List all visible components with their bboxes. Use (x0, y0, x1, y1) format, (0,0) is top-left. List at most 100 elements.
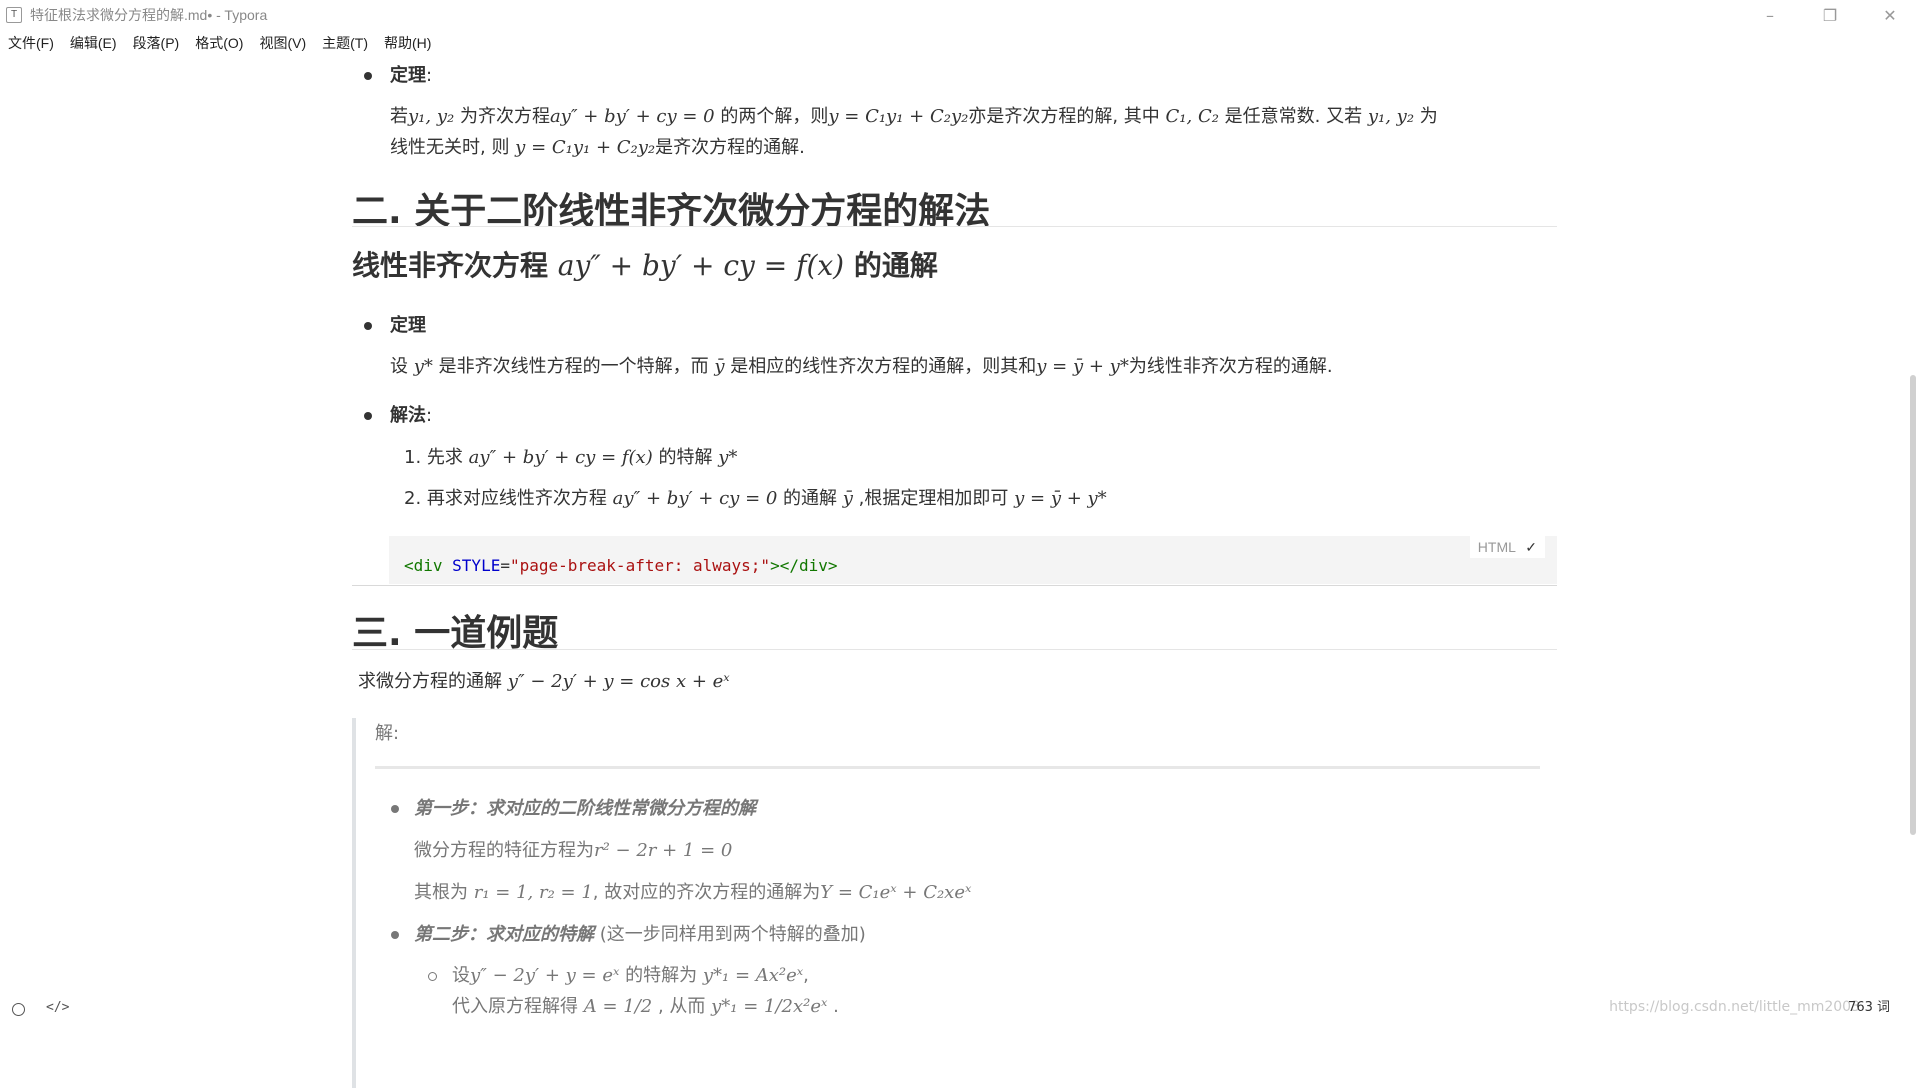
menu-bar: 文件(F) 编辑(E) 段落(P) 格式(O) 视图(V) 主题(T) 帮助(H… (0, 32, 439, 54)
scrollbar-thumb[interactable] (1910, 375, 1916, 835)
math: y* (718, 447, 738, 468)
word-count[interactable]: 763 词 (1848, 996, 1890, 1015)
text: , (803, 965, 809, 986)
text: 是任意常数. 又若 (1218, 106, 1368, 127)
bullet (391, 931, 399, 939)
characteristic-equation: 微分方程的特征方程为r² − 2r + 1 = 0 (414, 835, 732, 867)
text: 设 (452, 965, 470, 986)
close-button[interactable]: ✕ (1860, 0, 1920, 30)
text: 为齐次方程 (454, 106, 550, 127)
step-b-heading: 第二步：求对应的特解 (这一步同样用到两个特解的叠加) (414, 919, 866, 951)
minimize-button[interactable]: – (1740, 0, 1800, 30)
theorem2-label: 定理 (390, 315, 426, 336)
math: y = ȳ + y* (1014, 488, 1107, 509)
heading-underline (352, 226, 1557, 227)
text: 微分方程的特征方程为 (414, 840, 594, 861)
step1-item: 1. 先求 ay″ + by′ + cy = f(x) 的特解 y* (404, 442, 737, 474)
step2-item: 2. 再求对应线性齐次方程 ay″ + by′ + cy = 0 的通解 ȳ ,… (404, 483, 1107, 515)
math: y₁, y₂ (408, 106, 455, 127)
math: r₁ = 1, r₂ = 1 (473, 882, 593, 903)
title-bar: T 特征根法求微分方程的解.md• - Typora (0, 0, 1920, 30)
code-attr: STYLE (442, 556, 501, 575)
text: 设 (390, 356, 414, 377)
math: r² − 2r + 1 = 0 (594, 840, 733, 861)
list-number: 1. (404, 447, 422, 468)
menu-file[interactable]: 文件(F) (8, 33, 54, 53)
roots-line: 其根为 r₁ = 1, r₂ = 1, 故对应的齐次方程的通解为Y = C₁eˣ… (414, 877, 971, 909)
method-heading: 解法: (390, 400, 432, 432)
step-a-label: 第一步：求对应的二阶线性常微分方程的解 (414, 798, 756, 819)
text: 为 (1414, 106, 1438, 127)
page-break-divider (352, 585, 1557, 586)
step-b-label: 第二步：求对应的特解 (414, 924, 594, 945)
menu-help[interactable]: 帮助(H) (384, 33, 431, 53)
text: 代入原方程解得 (452, 996, 584, 1017)
text: 的特解 (652, 447, 719, 468)
text: 的通解 (844, 249, 938, 282)
text: 先求 (421, 447, 469, 468)
text: . (827, 996, 839, 1017)
text: , 从而 (652, 996, 712, 1017)
step-b-note: (这一步同样用到两个特解的叠加) (594, 924, 866, 945)
math: y*₁ = 1/2x²eˣ (711, 996, 828, 1017)
list-number: 2. (404, 488, 422, 509)
solution-colon: : (393, 723, 400, 744)
method-label: 解法 (390, 405, 426, 426)
text: 线性无关时, 则 (390, 137, 516, 158)
text: 是相应的线性齐次方程的通解，则其和 (724, 356, 1037, 377)
text: 再求对应线性齐次方程 (421, 488, 613, 509)
math: y = C₁y₁ + C₂y₂ (515, 137, 656, 158)
menu-format[interactable]: 格式(O) (195, 33, 243, 53)
math: y″ − 2y′ + y = cos x + eˣ (507, 671, 730, 692)
theorem1-line2: 线性无关时, 则 y = C₁y₁ + C₂y₂是齐次方程的通解. (390, 132, 805, 164)
text: 是非齐次线性方程的一个特解，而 (432, 356, 715, 377)
math: ȳ (714, 356, 725, 377)
problem-statement: 求微分方程的通解 y″ − 2y′ + y = cos x + eˣ (358, 666, 730, 698)
sub-bullet (428, 972, 437, 981)
text: 若 (390, 106, 408, 127)
text: 的特解为 (619, 965, 703, 986)
code-language-selector[interactable]: HTML ✓ (1469, 536, 1545, 558)
source-code-mode-icon[interactable]: </> (46, 1000, 69, 1015)
menu-theme[interactable]: 主题(T) (322, 33, 368, 53)
math: ay″ + by′ + cy = f(x) (557, 249, 845, 282)
math: y*₁ = Ax²eˣ (702, 965, 804, 986)
code-string: "page-break-after: always;" (509, 556, 771, 575)
check-icon: ✓ (1525, 539, 1537, 555)
watermark: https://blog.csdn.net/little_mm2003 (1609, 999, 1860, 1015)
typora-icon: T (6, 7, 22, 23)
bullet (364, 72, 372, 80)
solution-blockquote: 解: 第一步：求对应的二阶线性常微分方程的解 微分方程的特征方程为r² − 2r… (352, 718, 1557, 1088)
text: 是齐次方程的通解. (655, 137, 805, 158)
code-line: <div STYLE="page-break-after: always;"><… (404, 556, 838, 575)
math: y* (413, 356, 433, 377)
theorem1-label: 定理 (390, 65, 426, 86)
code-tag: ></div> (770, 556, 838, 575)
code-block[interactable]: HTML ✓ <div STYLE="page-break-after: alw… (389, 536, 1557, 584)
heading-nonhomogeneous: 线性非齐次方程 ay″ + by′ + cy = f(x) 的通解 (352, 244, 938, 284)
solution-heading: 解: (375, 718, 399, 750)
menu-edit[interactable]: 编辑(E) (70, 33, 117, 53)
menu-view[interactable]: 视图(V) (259, 33, 306, 53)
bullet (364, 412, 372, 420)
sub-step-1: 设y″ − 2y′ + y = eˣ 的特解为 y*₁ = Ax²eˣ, (452, 960, 809, 992)
theorem2-line: 设 y* 是非齐次线性方程的一个特解，而 ȳ 是相应的线性齐次方程的通解，则其和… (390, 351, 1333, 383)
text: 其根为 (414, 882, 474, 903)
math: ȳ (842, 488, 853, 509)
text: 的通解 (777, 488, 843, 509)
math: y = ȳ + y* (1036, 356, 1129, 377)
math: y″ − 2y′ + y = eˣ (470, 965, 620, 986)
math: A = 1/2 (583, 996, 653, 1017)
restore-button[interactable]: ❐ (1800, 0, 1860, 30)
theorem1-heading: 定理: (390, 60, 432, 92)
heading-underline (352, 649, 1557, 650)
math: y₁, y₂ (1367, 106, 1415, 127)
blockquote-bar (352, 718, 356, 1088)
math: C₁, C₂ (1165, 106, 1219, 127)
window-title: 特征根法求微分方程的解.md• - Typora (30, 7, 268, 23)
text: ,根据定理相加即可 (852, 488, 1015, 509)
theorem1-line1: 若y₁, y₂ 为齐次方程ay″ + by′ + cy = 0 的两个解，则y … (390, 101, 1438, 133)
menu-paragraph[interactable]: 段落(P) (133, 33, 180, 53)
outline-toggle-icon[interactable] (12, 1003, 25, 1016)
method-colon: : (426, 405, 433, 426)
